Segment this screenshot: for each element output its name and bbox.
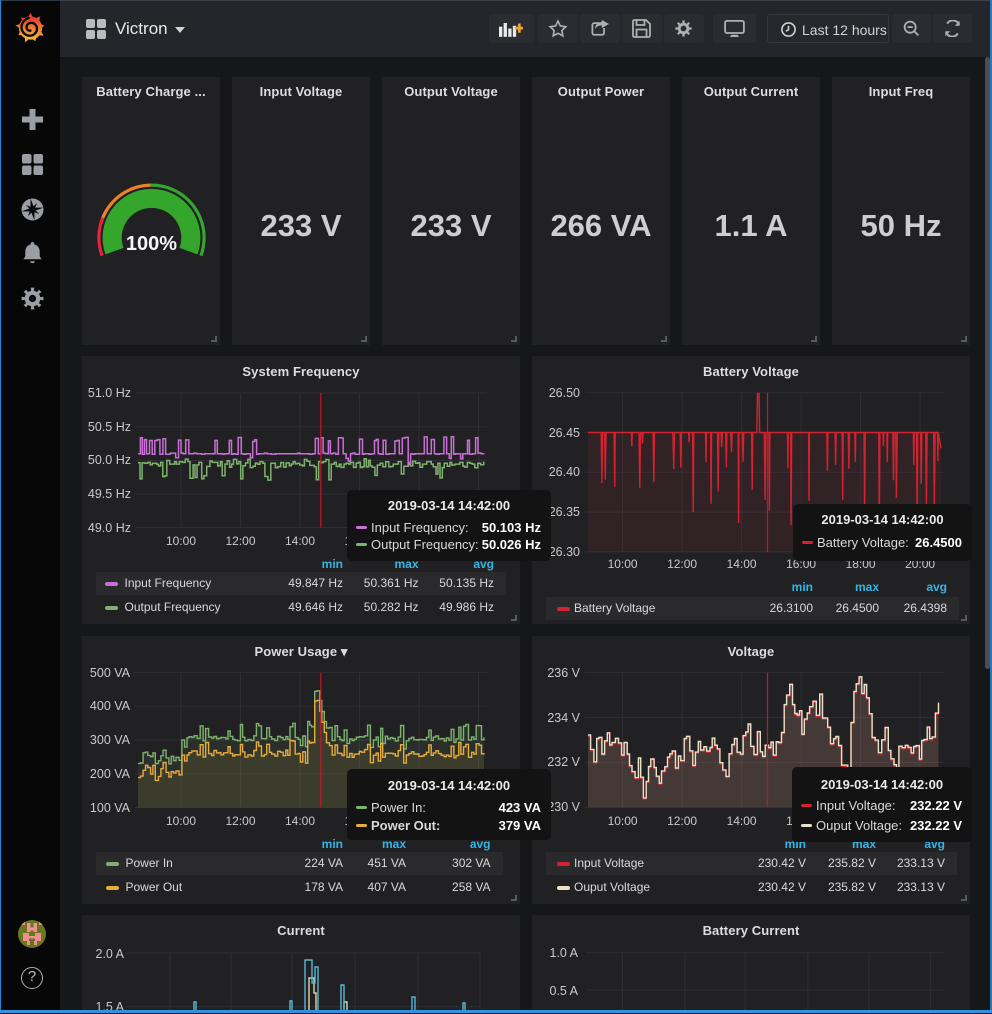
svg-text:100%: 100% (126, 233, 177, 255)
